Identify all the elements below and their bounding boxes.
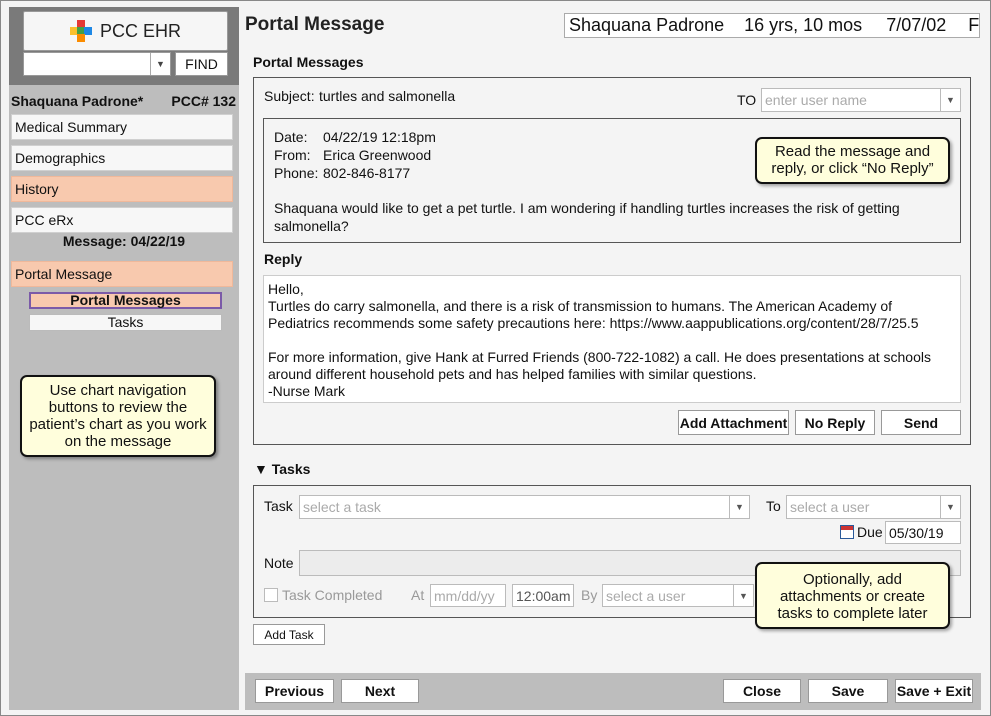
calendar-icon[interactable] — [840, 525, 854, 539]
pcc-plus-logo-icon — [69, 20, 92, 42]
chevron-down-icon[interactable]: ▼ — [940, 496, 960, 518]
tasks-toggle[interactable]: ▼ Tasks — [254, 461, 310, 477]
patient-name: Shaquana Padrone* — [11, 93, 144, 109]
task-assignee-select[interactable]: select a user ▼ — [786, 495, 961, 519]
find-button[interactable]: FIND — [175, 52, 228, 76]
banner-dob: 7/07/02 — [886, 15, 947, 35]
pcc-ehr-logo-button[interactable]: PCC EHR — [23, 11, 228, 51]
to-label: TO — [737, 92, 757, 108]
banner-age: 16 yrs, 10 mos — [744, 15, 863, 35]
previous-button[interactable]: Previous — [255, 679, 334, 703]
patient-header: Shaquana Padrone* PCC# 132 — [9, 90, 239, 112]
task-to-label: To — [766, 498, 781, 514]
subject-label: Subject: — [264, 88, 315, 104]
next-button[interactable]: Next — [341, 679, 419, 703]
task-label: Task — [264, 498, 293, 514]
message-callout: Read the message and reply, or click “No… — [755, 137, 950, 184]
banner-sex: F — [968, 15, 980, 35]
close-button[interactable]: Close — [723, 679, 801, 703]
logo-area: PCC EHR ▼ FIND — [9, 7, 239, 85]
patient-banner: Shaquana Padrone 16 yrs, 10 mos 7/07/02 … — [564, 13, 980, 38]
sidebar-item-pcc-erx[interactable]: PCC eRx — [11, 207, 233, 233]
to-user-input[interactable]: enter user name ▼ — [761, 88, 961, 112]
completed-by-select[interactable]: select a user ▼ — [602, 584, 754, 607]
navigation-callout: Use chart navigation buttons to review t… — [20, 375, 216, 457]
message-phone-label: Phone: — [274, 165, 319, 181]
to-user-placeholder: enter user name — [765, 92, 867, 108]
at-label: At — [411, 587, 425, 603]
app-window: PCC EHR ▼ FIND Shaquana Padrone* PCC# 13… — [0, 0, 991, 716]
by-label: By — [581, 587, 598, 603]
task-select[interactable]: select a task ▼ — [299, 495, 750, 519]
due-label-wrap: Due — [840, 524, 883, 540]
subject-value: turtles and salmonella — [319, 88, 456, 104]
message-date-value: 04/22/19 12:18pm — [323, 129, 436, 145]
task-assignee-placeholder: select a user — [790, 499, 870, 515]
portal-messages-title: Portal Messages — [253, 54, 364, 70]
due-label: Due — [857, 524, 883, 540]
task-completed-label: Task Completed — [282, 587, 383, 603]
chevron-down-icon[interactable]: ▼ — [940, 89, 960, 111]
save-button[interactable]: Save — [808, 679, 888, 703]
message-date-label: Date: — [274, 129, 308, 145]
sidebar: PCC EHR ▼ FIND Shaquana Padrone* PCC# 13… — [9, 7, 239, 710]
message-body: Shaquana would like to get a pet turtle.… — [274, 200, 900, 234]
sidebar-subitem-portal-messages[interactable]: Portal Messages — [29, 292, 222, 309]
task-placeholder: select a task — [303, 499, 381, 515]
logo-label: PCC EHR — [99, 20, 181, 41]
task-completed-checkbox[interactable] — [264, 588, 278, 602]
completed-date-input[interactable]: mm/dd/yy — [430, 584, 506, 607]
patient-search-select[interactable]: ▼ — [23, 52, 171, 76]
due-date-input[interactable]: 05/30/19 — [885, 521, 961, 544]
completed-by-placeholder: select a user — [606, 587, 686, 604]
page-title: Portal Message — [245, 14, 385, 35]
save-exit-button[interactable]: Save + Exit — [895, 679, 973, 703]
reply-textarea[interactable]: Hello, Turtles do carry salmonella, and … — [263, 275, 961, 403]
reply-label: Reply — [264, 251, 303, 267]
tasks-callout: Optionally, add attachments or create ta… — [755, 562, 950, 629]
sidebar-subitem-tasks[interactable]: Tasks — [29, 314, 222, 331]
patient-pcc-number: PCC# 132 — [171, 93, 236, 109]
no-reply-button[interactable]: No Reply — [795, 410, 875, 435]
message-from-label: From: — [274, 147, 311, 163]
message-phone-value: 802-846-8177 — [323, 165, 411, 181]
send-button[interactable]: Send — [881, 410, 961, 435]
add-attachment-button[interactable]: Add Attachment — [678, 410, 789, 435]
completed-time-input[interactable]: 12:00am — [512, 584, 574, 607]
chevron-down-icon[interactable]: ▼ — [729, 496, 749, 518]
message-from-value: Erica Greenwood — [323, 147, 432, 163]
sidebar-item-medical-summary[interactable]: Medical Summary — [11, 114, 233, 140]
sidebar-item-demographics[interactable]: Demographics — [11, 145, 233, 171]
banner-name: Shaquana Padrone — [569, 15, 725, 35]
message-date-header: Message: 04/22/19 — [62, 233, 186, 249]
note-label: Note — [264, 555, 294, 571]
sidebar-item-history[interactable]: History — [11, 176, 233, 202]
add-task-button[interactable]: Add Task — [253, 624, 325, 645]
chevron-down-icon[interactable]: ▼ — [150, 53, 170, 75]
chevron-down-icon[interactable]: ▼ — [733, 585, 753, 606]
sidebar-item-portal-message[interactable]: Portal Message — [11, 261, 233, 287]
